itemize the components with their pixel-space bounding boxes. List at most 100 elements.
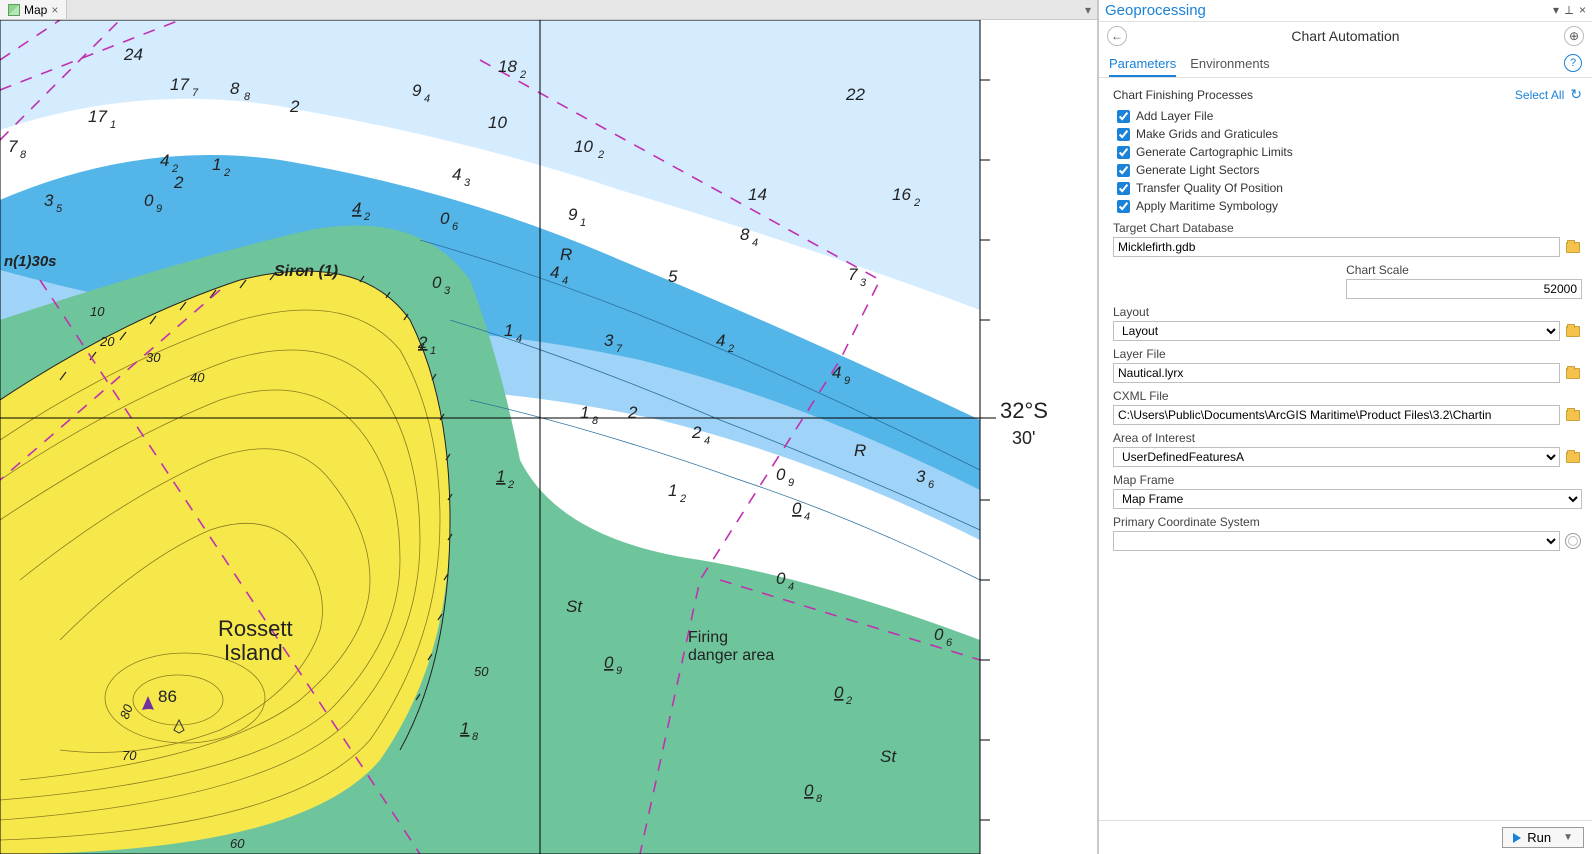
svg-text:4: 4	[788, 581, 794, 593]
folder-icon	[1566, 242, 1580, 253]
check-add-layer[interactable]: Add Layer File	[1113, 107, 1582, 125]
check-apply-sym[interactable]: Apply Maritime Symbology	[1113, 197, 1582, 215]
browse-cxml[interactable]	[1564, 406, 1582, 424]
svg-text:14: 14	[748, 185, 767, 204]
svg-text:22: 22	[845, 85, 865, 104]
svg-text:30: 30	[146, 350, 161, 365]
chevron-down-icon[interactable]: ▾	[1553, 3, 1559, 18]
chevron-down-icon[interactable]: ▼	[1563, 832, 1573, 843]
check-transfer-qop[interactable]: Transfer Quality Of Position	[1113, 179, 1582, 197]
svg-text:50: 50	[474, 664, 489, 679]
map-canvas[interactable]: 32°S 30' Rossett Island Siren (1) n(1)30…	[0, 20, 1097, 854]
browse-layout[interactable]	[1564, 322, 1582, 340]
svg-text:2: 2	[627, 403, 638, 422]
svg-text:8: 8	[472, 731, 479, 743]
select-all-link[interactable]: Select All	[1515, 88, 1564, 102]
svg-text:1: 1	[460, 719, 469, 738]
select-pcs[interactable]	[1113, 531, 1560, 551]
play-icon	[1513, 833, 1521, 843]
select-layout[interactable]: Layout	[1113, 321, 1560, 341]
input-cxml[interactable]	[1113, 405, 1560, 425]
globe-icon	[1565, 533, 1581, 549]
island-name-2: Island	[224, 640, 283, 665]
svg-text:3: 3	[464, 177, 471, 189]
reset-icon[interactable]: ↻	[1570, 86, 1582, 103]
tab-parameters[interactable]: Parameters	[1109, 50, 1176, 77]
checkbox[interactable]	[1117, 164, 1130, 177]
browse-target-db[interactable]	[1564, 238, 1582, 256]
svg-text:2: 2	[597, 149, 604, 161]
svg-text:2: 2	[845, 695, 852, 707]
label-pcs: Primary Coordinate System	[1113, 515, 1582, 529]
tab-menu-dropdown[interactable]: ▾	[1079, 0, 1097, 19]
browse-pcs[interactable]	[1564, 532, 1582, 550]
input-target-db[interactable]	[1113, 237, 1560, 257]
lat-min-label: 30'	[1012, 428, 1035, 448]
tab-environments[interactable]: Environments	[1190, 50, 1269, 77]
svg-text:8: 8	[816, 793, 823, 805]
browse-layer-file[interactable]	[1564, 364, 1582, 382]
svg-text:1: 1	[110, 119, 116, 131]
svg-text:0: 0	[776, 569, 786, 588]
close-icon[interactable]: ×	[51, 3, 58, 17]
checkbox[interactable]	[1117, 128, 1130, 141]
svg-text:4: 4	[550, 263, 559, 282]
browse-aoi[interactable]	[1564, 448, 1582, 466]
checkbox[interactable]	[1117, 146, 1130, 159]
svg-text:10: 10	[90, 304, 105, 319]
svg-text:9: 9	[844, 375, 850, 387]
svg-text:7: 7	[848, 265, 858, 284]
checkbox[interactable]	[1117, 182, 1130, 195]
svg-text:7: 7	[8, 137, 18, 156]
add-button[interactable]: ⊕	[1564, 26, 1584, 46]
svg-text:2: 2	[173, 173, 184, 192]
map-tab[interactable]: Map ×	[0, 0, 67, 19]
svg-text:8: 8	[230, 79, 240, 98]
checkbox[interactable]	[1117, 200, 1130, 213]
svg-text:24: 24	[123, 45, 143, 64]
check-grids[interactable]: Make Grids and Graticules	[1113, 125, 1582, 143]
svg-text:4: 4	[516, 333, 522, 345]
svg-text:1: 1	[212, 155, 221, 174]
svg-text:6: 6	[928, 479, 935, 491]
input-layer-file[interactable]	[1113, 363, 1560, 383]
select-map-frame[interactable]: Map Frame	[1113, 489, 1582, 509]
pin-icon[interactable]: ⟂	[1565, 3, 1573, 18]
label-map-frame: Map Frame	[1113, 473, 1582, 487]
input-chart-scale[interactable]	[1346, 279, 1582, 299]
svg-text:70: 70	[122, 748, 137, 763]
svg-text:8: 8	[592, 415, 599, 427]
back-button[interactable]: ←	[1107, 26, 1127, 46]
svg-text:17: 17	[88, 107, 107, 126]
svg-text:9: 9	[568, 205, 578, 224]
svg-text:3: 3	[604, 331, 614, 350]
svg-text:9: 9	[156, 203, 162, 215]
svg-text:2: 2	[363, 211, 370, 223]
svg-text:10: 10	[488, 113, 507, 132]
close-panel-icon[interactable]: ×	[1579, 3, 1586, 18]
svg-text:0: 0	[834, 683, 844, 702]
svg-text:0: 0	[440, 209, 450, 228]
svg-text:2: 2	[417, 333, 428, 352]
svg-text:2: 2	[519, 69, 526, 81]
svg-text:8: 8	[20, 149, 27, 161]
island-name-1: Rossett	[218, 616, 293, 641]
svg-text:4: 4	[424, 93, 430, 105]
svg-text:2: 2	[913, 197, 920, 209]
svg-text:3: 3	[44, 191, 54, 210]
svg-text:4: 4	[352, 199, 361, 218]
svg-text:7: 7	[192, 87, 199, 99]
label-aoi: Area of Interest	[1113, 431, 1582, 445]
svg-text:3: 3	[916, 467, 926, 486]
select-aoi[interactable]: UserDefinedFeaturesA	[1113, 447, 1560, 467]
svg-text:4: 4	[804, 511, 810, 523]
map-tab-bar: Map × ▾	[0, 0, 1097, 20]
check-carto-limits[interactable]: Generate Cartographic Limits	[1113, 143, 1582, 161]
help-icon[interactable]: ?	[1564, 54, 1582, 72]
svg-text:9: 9	[788, 477, 794, 489]
check-light-sectors[interactable]: Generate Light Sectors	[1113, 161, 1582, 179]
geoprocessing-pane: Geoprocessing ▾ ⟂ × ← Chart Automation ⊕…	[1098, 0, 1592, 854]
run-button[interactable]: Run ▼	[1502, 827, 1584, 848]
svg-text:0: 0	[776, 465, 786, 484]
checkbox[interactable]	[1117, 110, 1130, 123]
